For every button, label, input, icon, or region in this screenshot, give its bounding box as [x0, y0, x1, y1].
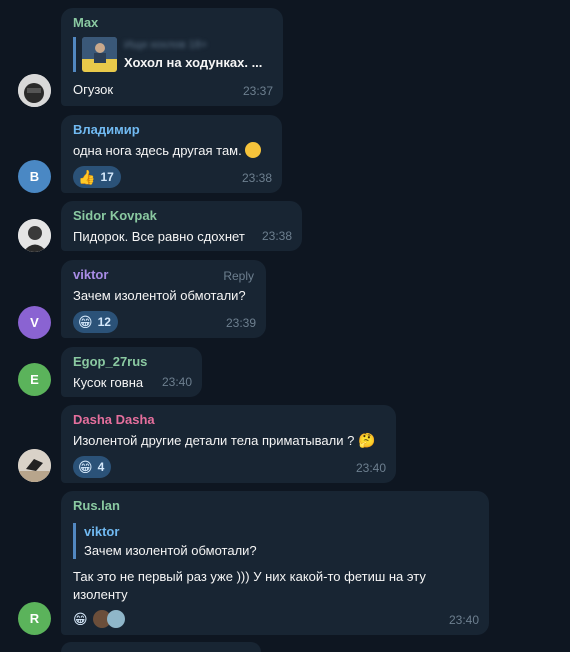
message-bubble[interactable]: Владимир одна нога здесь другая там. 👍 1… — [61, 115, 282, 193]
sender-name[interactable]: Egop_27rus — [73, 354, 190, 370]
reaction-count: 17 — [100, 170, 114, 184]
avatar[interactable]: R — [18, 602, 51, 635]
reaction-count: 12 — [97, 315, 111, 329]
avatar[interactable]: В — [18, 160, 51, 193]
sender-name[interactable]: Dasha Dasha — [73, 412, 384, 428]
message-text: Так это не первый раз уже ))) У них како… — [73, 569, 426, 602]
reply-button[interactable]: Reply — [223, 269, 254, 283]
sender-name[interactable]: Владимир — [73, 122, 270, 138]
grin-emoji-icon: 😁 — [78, 314, 93, 330]
avatar[interactable]: V — [18, 306, 51, 339]
grin-emoji-icon — [245, 142, 262, 158]
forward-channel-name: Ищи хохлов 18+ — [124, 39, 208, 51]
reaction-grin[interactable]: 😁 — [73, 608, 125, 630]
reactor-avatar — [106, 610, 125, 628]
message-bubble[interactable]: Sidor Kovpak Пидорок. Все равно сдохнет … — [61, 201, 302, 251]
post-thumbnail — [82, 37, 117, 72]
message-text: Изолентой другие детали тела приматывали… — [73, 432, 376, 448]
quoted-sender: viktor — [84, 524, 120, 539]
thumbs-up-icon: 👍 — [78, 169, 96, 185]
forwarded-post[interactable]: Ищи хохлов 18+ Хохол на ходунках. ... — [73, 37, 271, 72]
message-time: 23:39 — [225, 316, 256, 330]
reaction-grin[interactable]: 😁 4 — [73, 456, 112, 478]
chat-message-list: Max Ищи хохлов 18+ Хохол на ходунках. ..… — [0, 0, 570, 652]
message-time: 23:37 — [242, 84, 273, 98]
reaction-grin[interactable]: 😁 12 — [73, 311, 118, 333]
message-time: 23:40 — [355, 461, 386, 475]
quoted-text: Зачем изолентой обмотали? — [84, 543, 257, 558]
avatar[interactable] — [18, 74, 51, 107]
avatar[interactable] — [18, 219, 51, 252]
avatar[interactable]: E — [18, 363, 51, 396]
avatar[interactable] — [18, 449, 51, 482]
message-time: 23:38 — [261, 229, 292, 243]
thinking-emoji-icon: 🤔 — [357, 432, 376, 448]
message-time: 23:40 — [448, 613, 479, 627]
forward-title: Хохол на ходунках. ... — [124, 55, 263, 70]
quoted-reply[interactable]: viktor Зачем изолентой обмотали? — [73, 523, 477, 559]
reaction-count: 4 — [97, 460, 105, 474]
message-bubble[interactable]: Max Ищи хохлов 18+ Хохол на ходунках. ..… — [61, 8, 283, 106]
message-text: Пидорок. Все равно сдохнет — [73, 229, 245, 244]
sender-name[interactable]: Max — [73, 15, 271, 31]
reaction-thumbs-up[interactable]: 👍 17 — [73, 166, 121, 188]
message-bubble-partial — [61, 642, 261, 652]
message-bubble[interactable]: Rus.lan viktor Зачем изолентой обмотали?… — [61, 491, 489, 635]
message-text: Огузок — [73, 82, 114, 97]
message-bubble[interactable]: Egop_27rus Кусок говна 23:40 — [61, 347, 202, 397]
grin-emoji-icon: 😁 — [78, 459, 93, 475]
message-time: 23:38 — [241, 171, 272, 185]
message-text: Зачем изолентой обмотали? — [73, 288, 246, 303]
grin-emoji-icon: 😁 — [73, 611, 88, 627]
message-time: 23:40 — [161, 375, 192, 389]
message-bubble[interactable]: Dasha Dasha Изолентой другие детали тела… — [61, 405, 396, 483]
message-bubble[interactable]: viktor Reply Зачем изолентой обмотали? 😁… — [61, 260, 266, 338]
sender-name[interactable]: Rus.lan — [73, 498, 477, 514]
message-text: одна нога здесь другая там. — [73, 142, 270, 160]
sender-name[interactable]: Sidor Kovpak — [73, 208, 290, 224]
